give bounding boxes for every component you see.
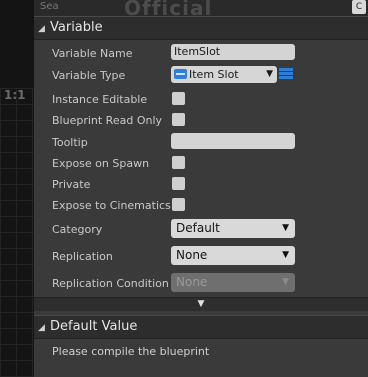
replication-condition-label: Replication Condition [52,277,169,290]
tooltip-label: Tooltip [52,136,88,149]
row-expose-to-cinematics: Expose to Cinematics [34,195,368,216]
expose-to-cinematics-label: Expose to Cinematics [52,199,171,212]
row-private: Private [34,174,368,195]
advanced-toggle[interactable]: ▼ [34,297,368,311]
instance-editable-checkbox[interactable] [172,92,185,105]
struct-type-icon [174,69,187,79]
row-replication-condition: Replication Condition None ▼ [34,273,368,294]
replication-dropdown[interactable]: None ▼ [171,246,295,265]
category-label: Category [52,223,103,236]
default-value-section-header[interactable]: ◢ Default Value [34,315,368,339]
tooltip-input[interactable] [171,133,295,149]
row-expose-on-spawn: Expose on Spawn [34,153,368,174]
chevron-down-icon: ▼ [282,223,289,233]
expose-to-cinematics-checkbox[interactable] [172,198,185,211]
chevron-down-icon: ▼ [266,69,273,79]
replication-condition-value: None [176,275,208,289]
row-variable-type: Variable Type Item Slot ▼ [34,65,368,86]
variable-type-label: Variable Type [52,69,126,82]
watermark: Official [124,0,213,16]
blueprint-read-only-checkbox[interactable] [172,113,185,126]
variable-section-header[interactable]: ◢ Variable [34,16,368,40]
category-dropdown[interactable]: Default ▼ [171,219,295,238]
triangle-down-icon: ◢ [38,323,45,333]
expand-advanced-icon: ▼ [197,299,205,309]
row-tooltip: Tooltip [34,132,368,153]
blueprint-read-only-label: Blueprint Read Only [52,114,163,127]
row-category: Category Default ▼ [34,219,368,240]
compile-message: Please compile the blueprint [52,345,210,358]
details-panel: Sea Official C ◢ Variable Variable Name I… [34,0,368,377]
row-variable-name: Variable Name ItemSlot [34,43,368,64]
chevron-down-icon: ▼ [282,277,289,287]
graph-grid [0,88,34,377]
zoom-label: 1:1 [4,88,26,102]
replication-label: Replication [52,250,113,263]
replication-condition-dropdown: None ▼ [171,273,295,292]
graph-editor-edge: 1:1 [0,0,35,377]
row-blueprint-read-only: Blueprint Read Only [34,110,368,131]
array-type-icon[interactable] [279,68,293,80]
section-title: Default Value [50,319,138,334]
variable-name-input[interactable]: ItemSlot [171,44,295,60]
row-instance-editable: Instance Editable [34,89,368,110]
search-box[interactable]: Sea [40,1,59,12]
view-options-button[interactable]: C [352,0,366,14]
variable-name-label: Variable Name [52,47,133,60]
expose-on-spawn-label: Expose on Spawn [52,157,150,170]
instance-editable-label: Instance Editable [52,93,148,106]
private-label: Private [52,178,91,191]
details-top-strip: Sea Official C [34,0,368,16]
chevron-down-icon: ▼ [282,250,289,260]
triangle-down-icon: ◢ [38,24,45,34]
variable-type-dropdown[interactable]: Item Slot ▼ [171,66,277,83]
private-checkbox[interactable] [172,177,185,190]
section-title: Variable [50,20,103,35]
replication-value: None [176,248,208,262]
category-value: Default [176,221,220,235]
row-replication: Replication None ▼ [34,246,368,267]
variable-type-value: Item Slot [189,68,239,81]
expose-on-spawn-checkbox[interactable] [172,156,185,169]
